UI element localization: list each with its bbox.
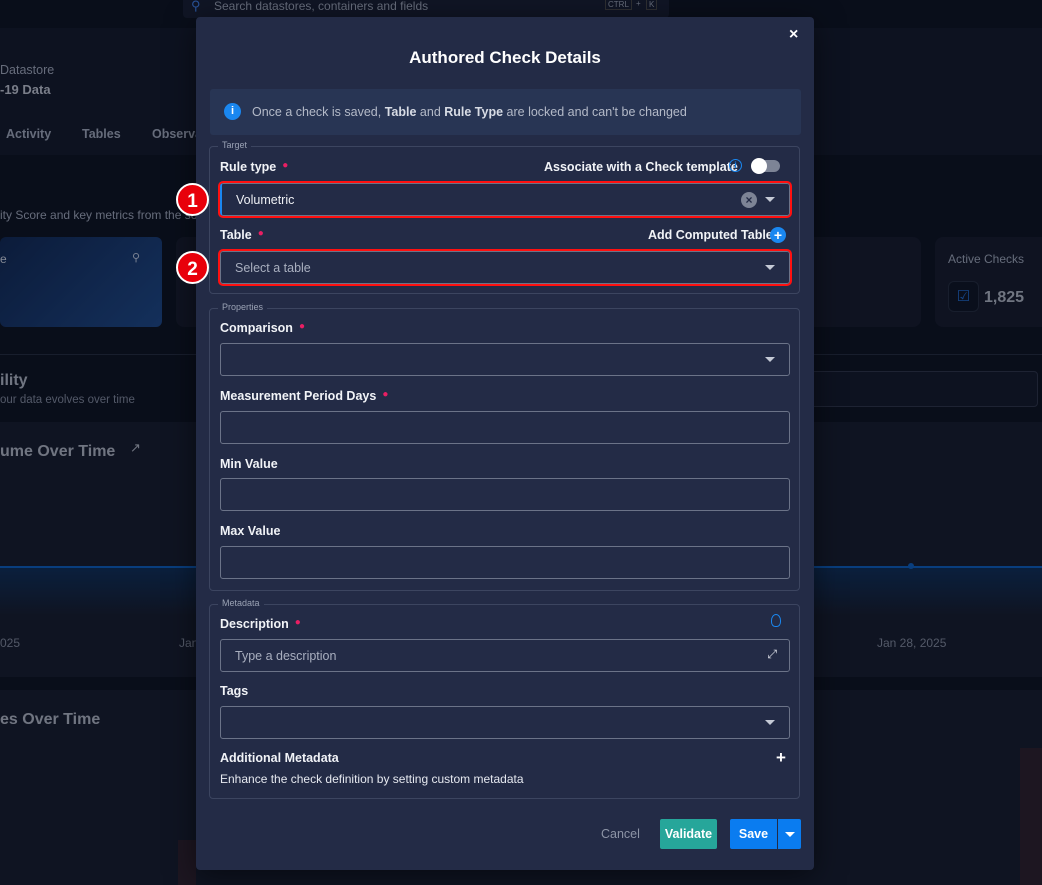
description-input[interactable]: Type a description ⤢ [220,639,790,672]
cancel-button[interactable]: Cancel [601,827,640,841]
toggle-knob [751,158,767,174]
description-placeholder: Type a description [235,649,337,663]
rule-type-label-text: Rule type [220,160,277,174]
max-value-label: Max Value [220,524,281,538]
chevron-down-icon[interactable] [765,197,775,202]
metadata-legend: Metadata [218,598,264,608]
info-text-table: Table [384,105,417,119]
period-input[interactable] [220,411,790,444]
annotation-badge-2: 2 [176,251,209,284]
comparison-select[interactable] [220,343,790,376]
validate-button[interactable]: Validate [660,819,717,849]
max-value-input[interactable] [220,546,790,579]
info-icon: i [224,103,241,120]
lightbulb-icon[interactable] [771,614,781,627]
properties-legend: Properties [218,302,268,312]
save-button[interactable]: Save [730,819,777,849]
required-icon: ● [298,321,305,332]
plus-circle-icon[interactable]: + [770,227,786,243]
period-label: Measurement Period Days ● [220,389,388,403]
modal-title: Authored Check Details [409,48,601,67]
add-computed-table-button[interactable]: Add Computed Table [648,228,773,242]
info-outline-icon[interactable]: i [729,159,742,172]
table-label: Table ● [220,228,264,242]
info-text-post: are locked and can't be changed [503,105,687,119]
info-text-rule-type: Rule Type [444,105,504,119]
comparison-label: Comparison ● [220,321,305,335]
table-select[interactable]: Select a table [218,249,792,286]
annotation-badge-1: 1 [176,183,209,216]
min-value-input[interactable] [220,478,790,511]
clear-icon[interactable]: × [741,192,757,208]
info-text-pre: Once a check is saved, [252,105,385,119]
target-legend: Target [218,140,252,150]
description-label: Description ● [220,617,301,631]
required-icon: ● [294,617,301,628]
close-icon[interactable]: × [789,26,798,44]
rule-type-select[interactable]: Volumetric × [218,181,792,218]
tags-select[interactable] [220,706,790,739]
chevron-down-icon[interactable] [765,720,775,725]
additional-metadata-hint: Enhance the check definition by setting … [220,772,524,786]
authored-check-modal: × Authored Check Details i Once a check … [196,17,814,870]
comparison-label-text: Comparison [220,321,293,335]
min-value-label: Min Value [220,457,278,471]
metadata-section: Metadata [209,598,800,799]
template-label: Associate with a Check template [544,160,738,174]
info-banner: i Once a check is saved, Table and Rule … [210,89,801,135]
table-label-text: Table [220,228,252,242]
add-metadata-icon[interactable]: + [776,748,786,768]
expand-icon[interactable]: ⤢ [767,647,777,662]
tags-label: Tags [220,684,249,698]
info-text-mid: and [416,105,445,119]
save-options-button[interactable] [778,819,801,849]
chevron-down-icon[interactable] [765,357,775,362]
table-placeholder: Select a table [235,261,311,275]
chevron-down-icon[interactable] [765,265,775,270]
required-icon: ● [282,160,289,171]
period-label-text: Measurement Period Days [220,389,377,403]
info-text: Once a check is saved, Table and Rule Ty… [252,105,687,119]
rule-type-value: Volumetric [236,193,295,207]
required-icon: ● [257,228,264,239]
additional-metadata-label: Additional Metadata [220,751,339,765]
chevron-down-icon [785,832,795,837]
rule-type-label: Rule type ● [220,160,288,174]
template-toggle[interactable] [751,158,780,174]
required-icon: ● [382,389,389,400]
description-label-text: Description [220,617,289,631]
